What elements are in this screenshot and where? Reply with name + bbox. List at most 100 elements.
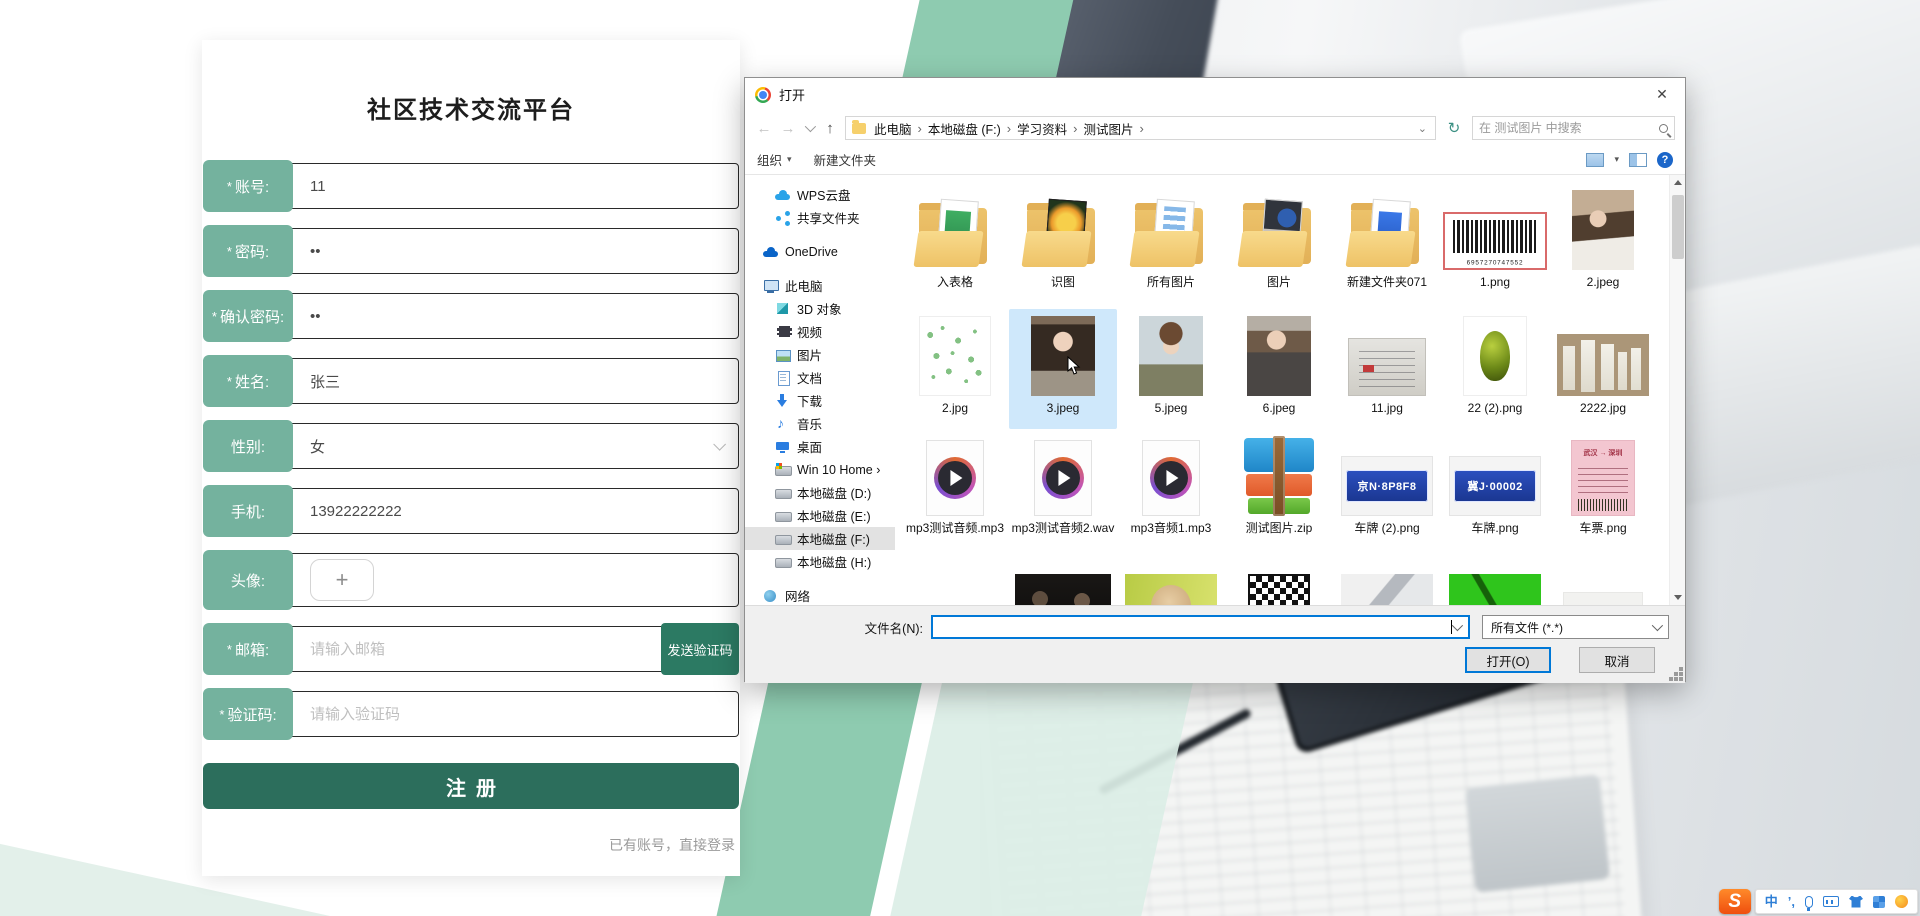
file-item[interactable]: mp3测试音频2.wav: [1009, 429, 1117, 565]
file-item[interactable]: 11.jpg: [1333, 309, 1441, 429]
ime-chinese-mode[interactable]: 中: [1765, 895, 1778, 908]
ime-toolbox-icon[interactable]: [1873, 895, 1885, 908]
file-item[interactable]: 测试图片.zip: [1225, 429, 1333, 565]
form-field-row: * 验证码:: [203, 688, 739, 740]
file-item[interactable]: mp3测试音频.mp3: [901, 429, 1009, 565]
thumbnail-graphic: [1125, 574, 1217, 605]
file-item[interactable]: [1549, 565, 1657, 605]
sidebar-item[interactable]: OneDrive: [745, 240, 895, 263]
file-item[interactable]: [1117, 565, 1225, 605]
ime-keyboard-icon[interactable]: [1823, 896, 1839, 907]
scroll-up-icon[interactable]: [1674, 180, 1682, 185]
search-box[interactable]: [1472, 116, 1675, 140]
field-input[interactable]: [310, 437, 738, 455]
file-item[interactable]: 2222.jpg: [1549, 309, 1657, 429]
sidebar-item[interactable]: 本地磁盘 (E:): [745, 504, 895, 527]
sidebar-item-label: 本地磁盘 (H:): [797, 556, 872, 570]
sidebar-item[interactable]: 下载: [745, 389, 895, 412]
breadcrumb-segment[interactable]: 本地磁盘 (F:): [924, 117, 1005, 140]
field-input[interactable]: [310, 372, 738, 390]
breadcrumb[interactable]: 此电脑 › 本地磁盘 (F:) › 学习资料 › 测试图片 › ⌄: [845, 116, 1436, 140]
ime-skin-icon[interactable]: [1849, 895, 1863, 908]
sidebar-item[interactable]: 桌面: [745, 435, 895, 458]
view-mode-icon[interactable]: [1586, 152, 1605, 167]
help-icon[interactable]: ?: [1657, 151, 1673, 168]
sidebar-item[interactable]: 文档: [745, 366, 895, 389]
sidebar-item[interactable]: 网络: [745, 584, 895, 605]
file-item[interactable]: 6.jpeg: [1225, 309, 1333, 429]
search-input[interactable]: [1479, 121, 1653, 135]
thumbnail-graphic: [1237, 198, 1321, 270]
cancel-button[interactable]: 取消: [1579, 647, 1655, 673]
sidebar-item[interactable]: 图片: [745, 343, 895, 366]
preview-pane-icon[interactable]: [1629, 152, 1647, 167]
close-icon[interactable]: ✕: [1639, 78, 1685, 111]
up-icon[interactable]: ↑: [821, 120, 839, 137]
thumb-layer-a: [1151, 585, 1191, 605]
field-input[interactable]: [310, 705, 738, 723]
file-type-filter[interactable]: 所有文件 (*.*): [1482, 615, 1669, 639]
organize-button[interactable]: 组织 ▾: [757, 150, 792, 169]
sidebar-item[interactable]: 视频: [745, 320, 895, 343]
filename-input[interactable]: [938, 620, 1451, 634]
field-input[interactable]: [310, 177, 738, 195]
file-item[interactable]: [1225, 565, 1333, 605]
file-item[interactable]: 武汉 → 深圳 车票.png: [1549, 429, 1657, 565]
filename-combobox[interactable]: [931, 615, 1470, 639]
file-item[interactable]: 3.jpeg: [1009, 309, 1117, 429]
ime-s-logo[interactable]: S: [1718, 889, 1751, 914]
file-item[interactable]: 新建文件夹071: [1333, 183, 1441, 309]
file-item[interactable]: 入表格: [901, 183, 1009, 309]
file-item[interactable]: [1009, 565, 1117, 605]
sidebar-item[interactable]: 音乐: [745, 412, 895, 435]
refresh-icon[interactable]: ↻: [1442, 116, 1466, 140]
sidebar-item[interactable]: 本地磁盘 (D:): [745, 481, 895, 504]
ime-punctuation[interactable]: ’,: [1788, 895, 1795, 908]
file-item[interactable]: 2.jpeg: [1549, 183, 1657, 309]
file-item[interactable]: 6957270747552 1.png: [1441, 183, 1549, 309]
dialog-titlebar[interactable]: 打开 ✕: [745, 78, 1685, 111]
caret-down-icon: ▾: [787, 154, 792, 164]
file-item[interactable]: [1441, 565, 1549, 605]
breadcrumb-segment[interactable]: 此电脑: [870, 117, 916, 140]
file-item[interactable]: [1333, 565, 1441, 605]
field-input[interactable]: [310, 242, 738, 260]
breadcrumb-segment[interactable]: 测试图片: [1079, 117, 1137, 140]
file-item[interactable]: 识图: [1009, 183, 1117, 309]
file-scrollbar[interactable]: [1669, 175, 1685, 605]
file-item[interactable]: 京N·8P8F8 车牌 (2).png: [1333, 429, 1441, 565]
breadcrumb-segment[interactable]: 学习资料: [1013, 117, 1071, 140]
ime-mic-icon[interactable]: [1805, 895, 1813, 911]
file-item[interactable]: 所有图片: [1117, 183, 1225, 309]
address-dropdown-icon[interactable]: ⌄: [1414, 122, 1431, 135]
file-item[interactable]: 冀J·00002 车牌.png: [1441, 429, 1549, 565]
sidebar-item[interactable]: 共享文件夹: [745, 206, 895, 229]
file-item[interactable]: mp3音频1.mp3: [1117, 429, 1225, 565]
register-button[interactable]: 注册: [203, 763, 739, 809]
send-code-button[interactable]: 发送验证码: [661, 623, 739, 675]
avatar-upload-box[interactable]: +: [310, 559, 374, 601]
file-item[interactable]: 22 (2).png: [1441, 309, 1549, 429]
ime-emoji-icon[interactable]: [1895, 895, 1908, 908]
login-link[interactable]: 已有账号，直接登录: [203, 835, 739, 855]
scrollbar-thumb[interactable]: [1672, 195, 1684, 259]
sidebar-item[interactable]: 此电脑: [745, 274, 895, 297]
scroll-down-icon[interactable]: [1674, 595, 1682, 600]
back-icon[interactable]: ←: [755, 120, 773, 137]
chevron-down-icon[interactable]: [1451, 619, 1464, 632]
file-item[interactable]: 5.jpeg: [1117, 309, 1225, 429]
field-input[interactable]: [310, 307, 738, 325]
file-item[interactable]: 2.jpg: [901, 309, 1009, 429]
new-folder-button[interactable]: 新建文件夹: [814, 150, 877, 169]
sidebar-item[interactable]: 本地磁盘 (F:): [745, 527, 895, 550]
forward-icon[interactable]: →: [779, 120, 797, 137]
field-input[interactable]: [310, 502, 738, 520]
sidebar-item[interactable]: Win 10 Home ›: [745, 458, 895, 481]
history-chevron-icon[interactable]: [804, 120, 817, 133]
sidebar-item[interactable]: 本地磁盘 (H:): [745, 550, 895, 573]
sidebar-item[interactable]: 3D 对象: [745, 297, 895, 320]
view-caret-icon[interactable]: ▾: [1614, 154, 1619, 165]
sidebar-item[interactable]: WPS云盘: [745, 183, 895, 206]
file-item[interactable]: 图片: [1225, 183, 1333, 309]
open-button[interactable]: 打开(O): [1465, 647, 1551, 673]
